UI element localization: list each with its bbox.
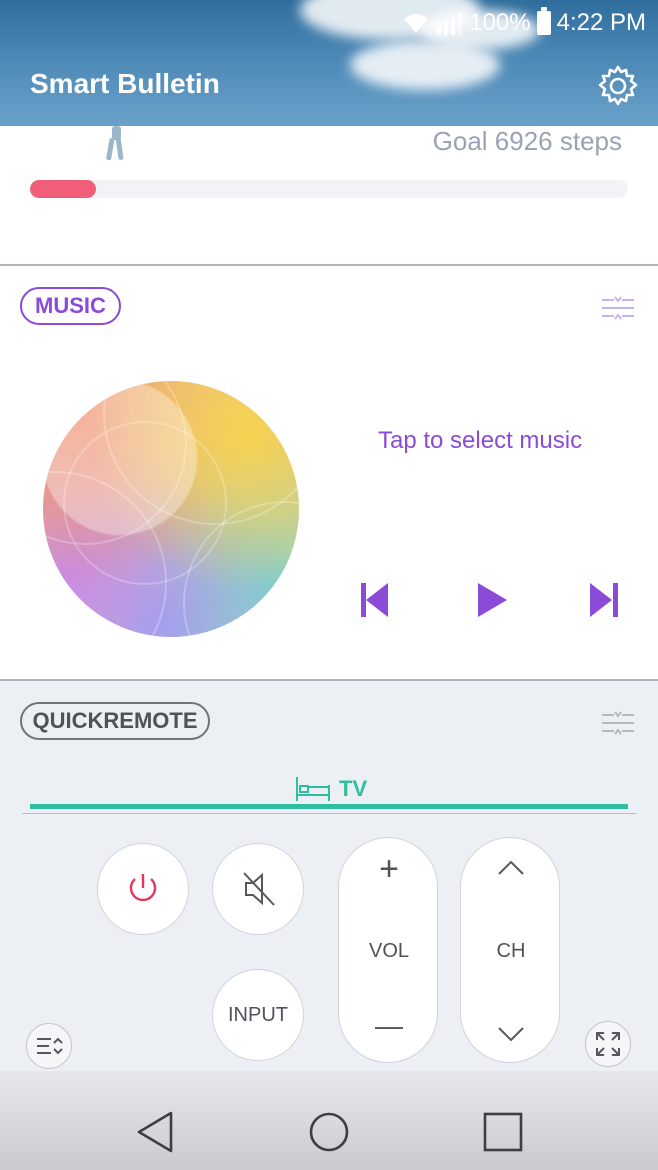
tab-indicator: [30, 804, 628, 809]
collapse-menu-icon[interactable]: [601, 296, 635, 320]
music-widget: MUSIC Tap to select music: [0, 266, 658, 679]
volume-rocker: + VOL —: [338, 837, 438, 1063]
volume-up-button[interactable]: +: [339, 850, 439, 889]
recents-button[interactable]: [480, 1109, 526, 1155]
recents-icon: [483, 1112, 523, 1152]
tab-divider: [22, 813, 636, 814]
navigation-bar: [0, 1071, 658, 1170]
power-button[interactable]: [97, 843, 189, 935]
wifi-icon: [404, 14, 429, 33]
back-button[interactable]: [132, 1109, 178, 1155]
channel-down-icon[interactable]: [497, 1026, 525, 1042]
music-label[interactable]: MUSIC: [20, 287, 121, 325]
status-time: 4:22 PM: [556, 9, 646, 36]
home-button[interactable]: [306, 1109, 352, 1155]
steps-progress-fill: [30, 180, 96, 198]
volume-label: VOL: [368, 940, 410, 962]
expand-button[interactable]: [585, 1021, 631, 1067]
tab-tv[interactable]: TV: [295, 775, 367, 803]
status-bar: 100% 4:22 PM: [403, 7, 646, 38]
next-icon[interactable]: [588, 582, 620, 618]
album-art[interactable]: [43, 381, 299, 637]
mute-icon: [243, 872, 275, 906]
power-icon: [129, 874, 157, 902]
mute-button[interactable]: [212, 843, 304, 935]
app-header: 100% 4:22 PM Smart Bulletin: [0, 0, 658, 126]
back-icon: [137, 1111, 173, 1153]
select-music-prompt[interactable]: Tap to select music: [378, 427, 582, 455]
collapse-menu-icon[interactable]: [601, 711, 635, 735]
channel-label: CH: [496, 940, 526, 962]
quickremote-label[interactable]: QUICKREMOTE: [20, 702, 210, 740]
battery-percent: 100%: [469, 9, 531, 36]
tab-tv-label: TV: [339, 776, 368, 801]
input-button[interactable]: INPUT: [212, 969, 304, 1061]
home-icon: [309, 1112, 349, 1152]
bed-icon: [296, 777, 330, 801]
remote-menu-button[interactable]: [26, 1023, 72, 1069]
steps-goal: Goal 6926 steps: [432, 126, 622, 156]
play-icon[interactable]: [476, 582, 508, 618]
battery-icon: [536, 7, 551, 35]
walker-icon: [106, 126, 124, 161]
steps-progress-bar: [30, 180, 628, 198]
page-title: Smart Bulletin: [30, 68, 220, 99]
signal-icon: [437, 12, 463, 35]
expand-icon: [596, 1032, 620, 1056]
channel-up-icon[interactable]: [497, 860, 525, 876]
quickremote-widget: QUICKREMOTE TV INPUT + VOL — CH: [0, 681, 658, 1071]
gear-icon[interactable]: [596, 64, 640, 108]
volume-down-button[interactable]: —: [339, 1010, 439, 1042]
steps-widget[interactable]: Goal 6926 steps: [0, 126, 658, 264]
previous-icon[interactable]: [360, 582, 392, 618]
list-toggle-icon: [37, 1037, 63, 1055]
channel-rocker: CH: [460, 837, 560, 1063]
